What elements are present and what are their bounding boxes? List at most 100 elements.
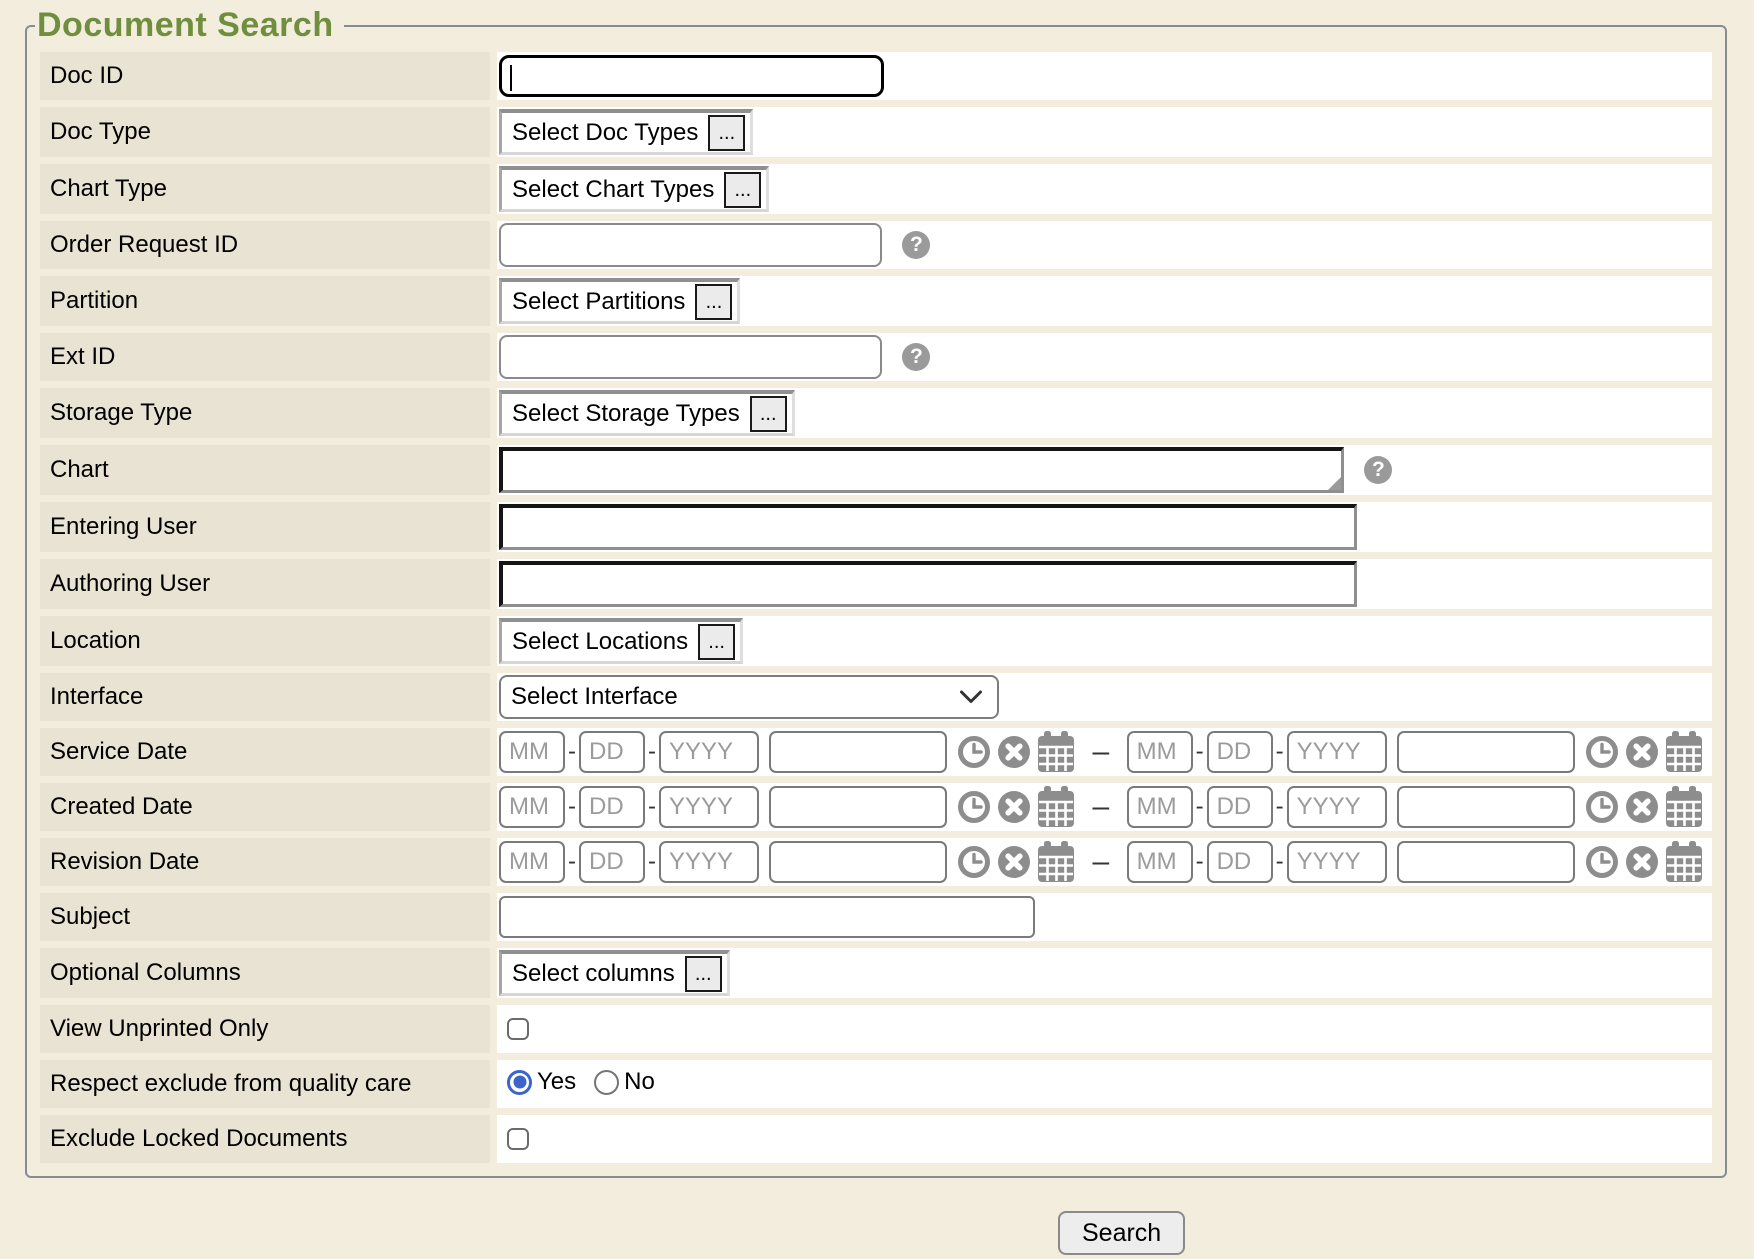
revision-date-to-calendar-icon[interactable] — [1665, 841, 1703, 883]
partition-browse-button[interactable]: ... — [695, 284, 732, 320]
created-date-from-year-input[interactable] — [659, 786, 759, 828]
created-date-to-month-input[interactable] — [1127, 786, 1193, 828]
revision-date-from-month-input[interactable] — [499, 841, 565, 883]
respect-exclude-yes-label: Yes — [537, 1068, 576, 1096]
service-date-from-year-input[interactable] — [659, 731, 759, 773]
date-separator: - — [1276, 738, 1284, 766]
service-date-to-time-input[interactable] — [1397, 731, 1575, 773]
row-partition: Partition Select Partitions ... — [40, 276, 1712, 326]
interface-select-value: Select Interface — [511, 683, 678, 711]
created-date-from-clear-icon[interactable] — [997, 790, 1031, 824]
created-date-from-month-input[interactable] — [499, 786, 565, 828]
doc-id-input[interactable] — [499, 55, 884, 97]
row-interface: Interface Select Interface — [40, 673, 1712, 721]
optional-columns-browse-button[interactable]: ... — [685, 956, 722, 992]
chart-type-browse-button[interactable]: ... — [724, 172, 761, 208]
row-location: Location Select Locations ... — [40, 616, 1712, 666]
storage-type-multiselect-value: Select Storage Types — [512, 400, 740, 428]
exclude-locked-documents-checkbox[interactable] — [507, 1128, 529, 1150]
revision-date-to-clear-icon[interactable] — [1625, 845, 1659, 879]
service-date-from-group: - - — [499, 731, 1075, 773]
respect-exclude-no-radio[interactable] — [594, 1070, 619, 1095]
authoring-user-label: Authoring User — [40, 559, 490, 609]
service-date-to-month-input[interactable] — [1127, 731, 1193, 773]
ext-id-input[interactable] — [499, 335, 882, 379]
service-date-to-day-input[interactable] — [1207, 731, 1273, 773]
revision-date-from-day-input[interactable] — [579, 841, 645, 883]
doc-type-browse-button[interactable]: ... — [708, 115, 745, 151]
row-optional-columns: Optional Columns Select columns ... — [40, 948, 1712, 998]
revision-date-from-clock-icon[interactable] — [957, 845, 991, 879]
date-separator: - — [648, 848, 656, 876]
search-button[interactable]: Search — [1058, 1211, 1185, 1255]
order-request-id-input[interactable] — [499, 223, 882, 267]
service-date-to-clock-icon[interactable] — [1585, 735, 1619, 769]
revision-date-from-time-input[interactable] — [769, 841, 947, 883]
optional-columns-multiselect-value: Select columns — [512, 960, 675, 988]
service-date-to-year-input[interactable] — [1287, 731, 1387, 773]
created-date-to-calendar-icon[interactable] — [1665, 786, 1703, 828]
created-date-to-clock-icon[interactable] — [1585, 790, 1619, 824]
revision-date-to-clock-icon[interactable] — [1585, 845, 1619, 879]
storage-type-multiselect[interactable]: Select Storage Types ... — [499, 390, 795, 436]
revision-date-to-time-input[interactable] — [1397, 841, 1575, 883]
service-date-to-group: - - — [1127, 731, 1703, 773]
revision-date-to-year-input[interactable] — [1287, 841, 1387, 883]
subject-input[interactable] — [499, 896, 1035, 938]
revision-date-to-month-input[interactable] — [1127, 841, 1193, 883]
view-unprinted-only-checkbox[interactable] — [507, 1018, 529, 1040]
chart-type-multiselect[interactable]: Select Chart Types ... — [499, 166, 769, 212]
row-authoring-user: Authoring User — [40, 559, 1712, 609]
optional-columns-multiselect[interactable]: Select columns ... — [499, 950, 730, 996]
revision-date-from-calendar-icon[interactable] — [1037, 841, 1075, 883]
created-date-to-year-input[interactable] — [1287, 786, 1387, 828]
created-date-to-day-input[interactable] — [1207, 786, 1273, 828]
resize-grip-icon[interactable] — [1328, 477, 1341, 490]
service-date-to-calendar-icon[interactable] — [1665, 731, 1703, 773]
service-date-from-calendar-icon[interactable] — [1037, 731, 1075, 773]
service-date-from-clear-icon[interactable] — [997, 735, 1031, 769]
created-date-from-calendar-icon[interactable] — [1037, 786, 1075, 828]
date-separator: - — [1196, 738, 1204, 766]
entering-user-input[interactable] — [499, 504, 1357, 550]
created-date-to-time-input[interactable] — [1397, 786, 1575, 828]
chevron-down-icon — [959, 690, 983, 704]
partition-multiselect-value: Select Partitions — [512, 288, 685, 316]
revision-date-from-clear-icon[interactable] — [997, 845, 1031, 879]
created-date-to-clear-icon[interactable] — [1625, 790, 1659, 824]
row-order-request-id: Order Request ID ? — [40, 221, 1712, 269]
date-separator: - — [568, 848, 576, 876]
revision-date-to-day-input[interactable] — [1207, 841, 1273, 883]
row-exclude-locked-documents: Exclude Locked Documents — [40, 1115, 1712, 1163]
location-multiselect-value: Select Locations — [512, 628, 688, 656]
date-separator: - — [568, 738, 576, 766]
order-request-id-help-icon[interactable]: ? — [902, 231, 930, 259]
respect-exclude-quality-care-label: Respect exclude from quality care — [40, 1060, 490, 1108]
created-date-from-day-input[interactable] — [579, 786, 645, 828]
service-date-from-time-input[interactable] — [769, 731, 947, 773]
revision-date-from-year-input[interactable] — [659, 841, 759, 883]
service-date-label: Service Date — [40, 728, 490, 776]
location-browse-button[interactable]: ... — [698, 624, 735, 660]
ext-id-help-icon[interactable]: ? — [902, 343, 930, 371]
interface-select[interactable]: Select Interface — [499, 675, 999, 719]
date-separator: - — [568, 793, 576, 821]
service-date-from-day-input[interactable] — [579, 731, 645, 773]
created-date-from-clock-icon[interactable] — [957, 790, 991, 824]
created-date-from-time-input[interactable] — [769, 786, 947, 828]
chart-help-icon[interactable]: ? — [1364, 456, 1392, 484]
service-date-from-month-input[interactable] — [499, 731, 565, 773]
location-multiselect[interactable]: Select Locations ... — [499, 618, 743, 664]
storage-type-label: Storage Type — [40, 388, 490, 438]
service-date-to-clear-icon[interactable] — [1625, 735, 1659, 769]
storage-type-browse-button[interactable]: ... — [750, 396, 787, 432]
row-doc-id: Doc ID — [40, 52, 1712, 100]
partition-label: Partition — [40, 276, 490, 326]
doc-type-multiselect[interactable]: Select Doc Types ... — [499, 109, 753, 155]
respect-exclude-yes-radio[interactable] — [507, 1070, 532, 1095]
doc-id-label: Doc ID — [40, 52, 490, 100]
authoring-user-input[interactable] — [499, 561, 1357, 607]
chart-textarea[interactable] — [499, 447, 1344, 493]
partition-multiselect[interactable]: Select Partitions ... — [499, 278, 740, 324]
service-date-from-clock-icon[interactable] — [957, 735, 991, 769]
